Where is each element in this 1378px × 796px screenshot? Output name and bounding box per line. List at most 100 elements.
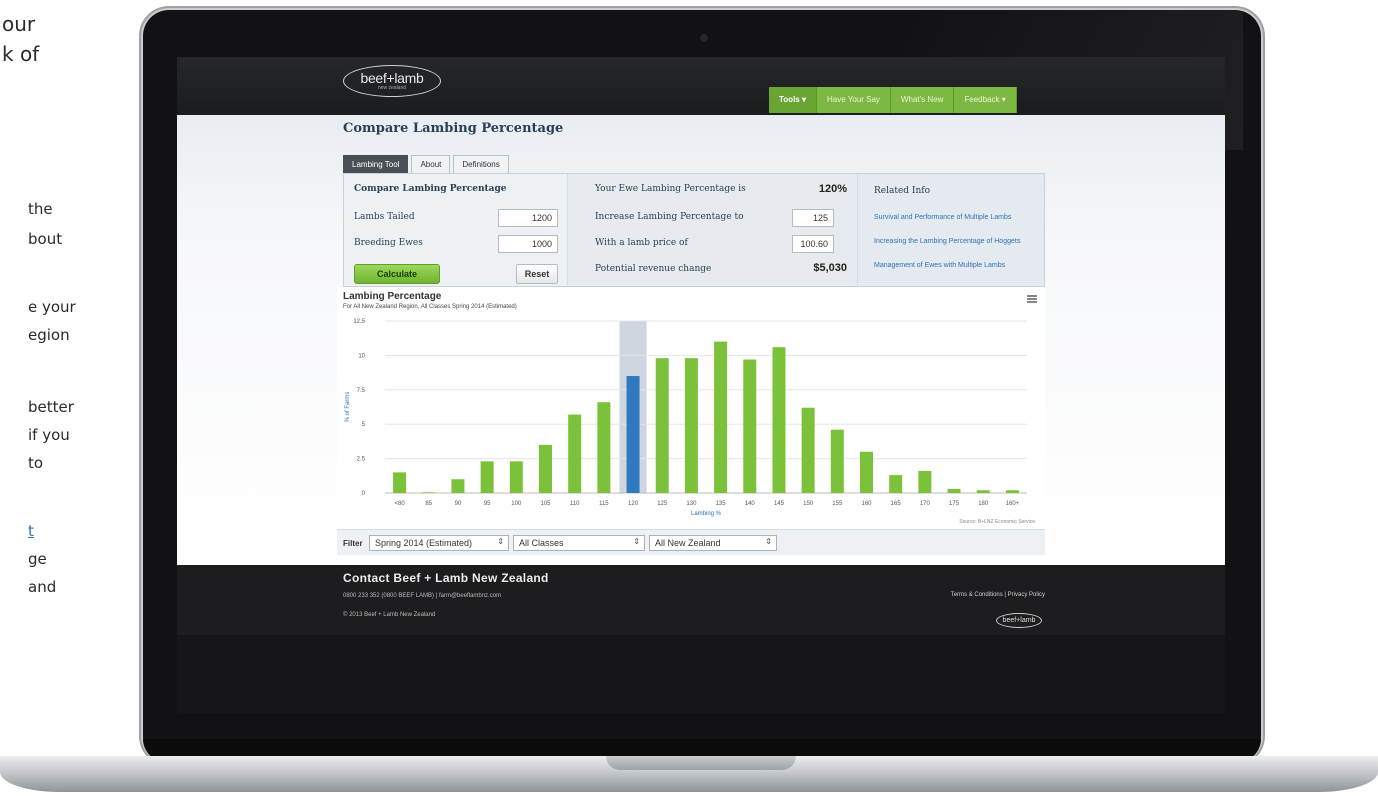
footer-links: Terms & Conditions | Privacy Policy [951, 592, 1045, 598]
x-tick-label: 170 [920, 501, 931, 507]
x-tick-label: <80 [394, 501, 405, 507]
filter-bar: Filter Spring 2014 (Estimated) ⇕ All Clas… [337, 529, 1045, 555]
price-input[interactable] [792, 235, 834, 253]
revenue-value: $5,030 [813, 262, 847, 274]
bar [451, 479, 465, 493]
chevron-down-icon: ▾ [1001, 95, 1006, 104]
bar [1005, 490, 1019, 493]
x-axis-title: Lambing % [691, 511, 722, 517]
screen-bottom-band [177, 635, 1225, 713]
y-tick-label: 2.5 [357, 457, 366, 463]
bar [830, 429, 844, 493]
class-select[interactable]: All Classes ⇕ [513, 535, 645, 551]
y-tick-label: 5 [362, 422, 366, 428]
calculator-heading: Compare Lambing Percentage [354, 184, 507, 194]
page-title: Compare Lambing Percentage [343, 121, 564, 136]
x-tick-label: 135 [716, 501, 727, 507]
x-tick-label: 145 [774, 501, 785, 507]
footer-contact[interactable]: 0800 233 352 (0800 BEEF LAMB) | farm@bee… [343, 593, 501, 599]
ewe-pct-label: Your Ewe Lambing Percentage is [595, 184, 746, 194]
bar [714, 341, 728, 493]
revenue-label: Potential revenue change [595, 264, 712, 274]
x-tick-label: 180 [978, 501, 989, 507]
nav-feedback-label: Feedback [964, 95, 1000, 104]
chart-source: Source: B+LNZ Economic Service [959, 519, 1035, 525]
season-select[interactable]: Spring 2014 (Estimated) ⇕ [369, 535, 509, 551]
lambs-tailed-input[interactable] [498, 209, 558, 227]
laptop-screen: beef+lamb new zealand Tools ▾ Have Your … [177, 57, 1225, 713]
footer-title: Contact Beef + Lamb New Zealand [343, 571, 549, 585]
nav-tools[interactable]: Tools ▾ [769, 87, 817, 113]
bar [568, 414, 582, 493]
y-axis-title: % of Farms [345, 392, 351, 423]
tab-lambing-tool[interactable]: Lambing Tool [343, 155, 409, 173]
y-tick-label: 10 [358, 353, 365, 359]
site-logo[interactable]: beef+lamb new zealand [343, 65, 441, 97]
site-header: beef+lamb new zealand Tools ▾ Have Your … [177, 57, 1225, 115]
laptop-notch [606, 756, 796, 770]
x-tick-label: 100 [511, 501, 522, 507]
filter-label: Filter [343, 539, 363, 548]
bar [393, 472, 407, 493]
x-tick-label: 95 [484, 501, 491, 507]
x-tick-label: 105 [540, 501, 551, 507]
bar [539, 444, 552, 493]
x-tick-label: 165 [891, 501, 902, 507]
nav-have-your-say[interactable]: Have Your Say [817, 87, 891, 113]
bar [597, 402, 611, 493]
bar [860, 451, 873, 493]
tab-about[interactable]: About [411, 155, 451, 173]
nav-feedback[interactable]: Feedback ▾ [954, 87, 1017, 113]
related-link[interactable]: Increasing the Lambing Percentage of Hog… [874, 238, 1020, 245]
chart-plot: 0 2.5 5 7.5 10 12.5 <80 85 90 95 100 105 110 115 120 12… [345, 319, 1035, 525]
increase-label: Increase Lambing Percentage to [595, 212, 744, 222]
x-tick-label: 175 [949, 501, 960, 507]
season-select-value: Spring 2014 (Estimated) [375, 538, 473, 548]
lambs-tailed-label: Lambs Tailed [354, 212, 415, 222]
price-label: With a lamb price of [595, 238, 688, 248]
privacy-link[interactable]: Privacy Policy [1008, 592, 1045, 598]
footer-logo[interactable]: beef+lamb [996, 613, 1042, 628]
calculator-results: Your Ewe Lambing Percentage is 120% Incr… [568, 174, 858, 286]
terms-link[interactable]: Terms & Conditions [951, 592, 1003, 598]
x-tick-label: 90 [455, 501, 462, 507]
lambing-chart: Lambing Percentage For All New Zealand R… [337, 287, 1045, 527]
select-arrows-icon: ⇕ [765, 537, 772, 546]
x-tick-label: 150 [803, 501, 814, 507]
related-link[interactable]: Management of Ewes with Multiple Lambs [874, 262, 1005, 269]
bar [889, 475, 903, 493]
x-tick-label: 130 [686, 501, 697, 507]
bar [655, 358, 669, 493]
bar [684, 358, 698, 493]
related-link[interactable]: Survival and Performance of Multiple Lam… [874, 214, 1011, 221]
bar [743, 359, 757, 493]
reset-button[interactable]: Reset [516, 264, 558, 284]
calculator-inputs: Compare Lambing Percentage Lambs Tailed … [344, 174, 568, 286]
side-text-line: our [2, 12, 36, 36]
main-nav: Tools ▾ Have Your Say What's New Feedbac… [769, 87, 1017, 113]
tab-definitions[interactable]: Definitions [453, 155, 509, 173]
x-tick-label: 140 [745, 501, 756, 507]
footer-copyright: © 2013 Beef + Lamb New Zealand [343, 612, 436, 618]
x-tick-label: 160+ [1006, 501, 1020, 507]
increase-input[interactable] [792, 209, 834, 227]
bar [480, 461, 494, 493]
bar [422, 492, 436, 493]
x-tick-label: 155 [832, 501, 843, 507]
region-select[interactable]: All New Zealand ⇕ [649, 535, 777, 551]
related-info: Related Info Survival and Performance of… [858, 174, 1044, 286]
calculator-panel: Compare Lambing Percentage Lambs Tailed … [343, 173, 1045, 287]
nav-whats-new[interactable]: What's New [890, 87, 955, 113]
x-tick-label: 115 [599, 501, 609, 507]
breeding-ewes-input[interactable] [498, 235, 558, 253]
calculate-button[interactable]: Calculate [354, 264, 440, 284]
bar [772, 347, 786, 493]
bar [976, 490, 990, 493]
related-heading: Related Info [874, 186, 931, 196]
bar [801, 407, 815, 493]
y-tick-label: 7.5 [357, 388, 366, 394]
y-tick-label: 12.5 [353, 319, 365, 325]
x-tick-label: 120 [628, 501, 639, 507]
nav-tools-label: Tools [779, 95, 800, 104]
x-tick-label: 160 [861, 501, 872, 507]
